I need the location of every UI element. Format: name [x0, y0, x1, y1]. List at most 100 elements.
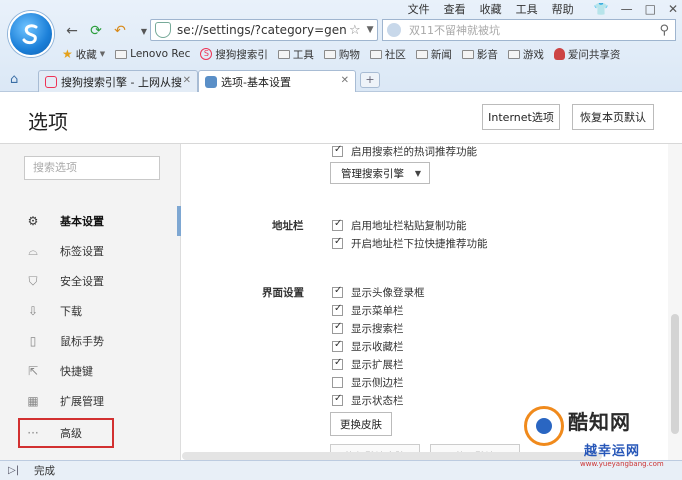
show-statusbar-checkbox[interactable]: 显示状态栏: [332, 393, 404, 408]
folder-icon: [369, 49, 382, 59]
sogou-icon: S: [200, 48, 213, 60]
minimize-icon[interactable]: —: [621, 2, 633, 16]
watermark-logo-icon: [524, 406, 564, 446]
sidebar-item-extensions[interactable]: ▦ 扩展管理: [0, 387, 181, 415]
search-input[interactable]: 双11不留神就被坑: [409, 22, 659, 38]
checkbox[interactable]: [332, 236, 343, 249]
address-dropdown-checkbox[interactable]: 开启地址栏下拉快捷推荐功能: [332, 236, 488, 251]
watermark-title: 酷知网: [568, 410, 631, 434]
maximize-icon[interactable]: □: [645, 2, 656, 16]
restore-page-default-button[interactable]: 恢复本页默认: [572, 104, 654, 130]
tab-bar: ⌂ 搜狗搜索引擎 - 上网从搜 ✕ 选项-基本设置 ✕ +: [0, 68, 682, 92]
fav-shopping[interactable]: 购物: [323, 47, 360, 62]
show-searchbar-checkbox[interactable]: 显示搜索栏: [332, 321, 404, 336]
chevron-down-icon: ▼: [414, 168, 421, 178]
search-hot-words-checkbox[interactable]: 启用搜索栏的热词推荐功能: [332, 144, 477, 159]
checkbox[interactable]: [332, 339, 343, 352]
checkbox[interactable]: [332, 321, 343, 334]
show-favbar-checkbox[interactable]: 显示收藏栏: [332, 339, 404, 354]
back-icon[interactable]: ←: [62, 21, 82, 41]
menu-file[interactable]: 文件: [408, 1, 430, 17]
menu-help[interactable]: 帮助: [552, 1, 574, 17]
tab-options[interactable]: 选项-基本设置 ✕: [198, 70, 356, 92]
search-engine-icon[interactable]: [387, 23, 401, 37]
fav-sogou[interactable]: S 搜狗搜索引: [200, 47, 268, 62]
undo-icon[interactable]: ↶: [110, 21, 130, 41]
highlight-box: [18, 418, 114, 448]
change-skin-button[interactable]: 更换皮肤: [330, 412, 392, 436]
settings-icon: [205, 75, 217, 88]
favorites-menu[interactable]: ★ 收藏 ▼: [62, 47, 105, 62]
menu-tools[interactable]: 工具: [516, 1, 538, 17]
fav-lenovo[interactable]: Lenovo Rec: [115, 48, 190, 60]
address-paste-checkbox[interactable]: 启用地址栏粘贴复制功能: [332, 218, 467, 233]
options-search-input[interactable]: 搜索选项: [24, 156, 160, 180]
menu-view[interactable]: 查看: [444, 1, 466, 17]
show-sidebar-checkbox[interactable]: 显示侧边栏: [332, 375, 404, 390]
checkbox[interactable]: [332, 303, 343, 316]
fav-iask[interactable]: 爱问共享资: [553, 47, 620, 62]
fav-community[interactable]: 社区: [369, 47, 406, 62]
tab-sogou-search[interactable]: 搜狗搜索引擎 - 上网从搜 ✕: [38, 70, 198, 92]
close-tab-icon[interactable]: ✕: [183, 75, 191, 86]
checkbox[interactable]: [332, 285, 343, 298]
internet-options-button[interactable]: Internet选项: [482, 104, 560, 130]
watermark: 酷知网 越幸运网 www.yueyangbang.com: [510, 402, 680, 478]
show-extbar-checkbox[interactable]: 显示扩展栏: [332, 357, 404, 372]
fav-games[interactable]: 游戏: [507, 47, 544, 62]
active-indicator: [177, 206, 181, 236]
menu-bar: 文件 查看 收藏 工具 帮助 👕 — □ ✕: [408, 0, 678, 18]
sogou-logo-icon[interactable]: [8, 11, 54, 57]
page-title: 选项: [28, 110, 68, 134]
checkbox[interactable]: [332, 357, 343, 370]
sidebar-toggle-icon[interactable]: ▷|: [8, 465, 22, 477]
folder-icon: [461, 49, 474, 59]
folder-icon: [323, 49, 336, 59]
watermark-url: www.yueyangbang.com: [580, 460, 664, 468]
download-icon: ⇩: [27, 304, 39, 318]
sidebar-item-basic[interactable]: ⚙ 基本设置: [0, 207, 181, 235]
status-text: 完成: [34, 465, 55, 477]
bookmark-star-icon[interactable]: ☆: [349, 23, 361, 38]
new-tab-button[interactable]: +: [360, 72, 380, 88]
sidebar-item-shortcuts[interactable]: ⇱ 快捷键: [0, 357, 181, 385]
checkbox[interactable]: [332, 218, 343, 231]
skin-icon[interactable]: 👕: [594, 2, 609, 16]
sogou-icon: [45, 75, 57, 88]
manage-search-engines-button[interactable]: 管理搜索引擎 ▼: [330, 162, 430, 184]
address-input[interactable]: se://settings/?category=gen: [177, 23, 347, 37]
checkbox[interactable]: [332, 393, 343, 406]
search-box[interactable]: 双11不留神就被坑 ⚲: [382, 19, 676, 41]
sidebar-item-tabs[interactable]: ⌓ 标签设置: [0, 237, 181, 265]
browser-toolbar: 文件 查看 收藏 工具 帮助 👕 — □ ✕ ← ⟳ ↶ ▼ se://sett…: [0, 0, 682, 92]
menu-favorites[interactable]: 收藏: [480, 1, 502, 17]
sidebar-item-security[interactable]: ⛉ 安全设置: [0, 267, 181, 295]
favorites-bar: ★ 收藏 ▼ Lenovo Rec S 搜狗搜索引 工具 购物 社区 新闻 影音 游戏…: [62, 45, 620, 63]
address-bar[interactable]: se://settings/?category=gen ☆ ▼: [150, 19, 378, 41]
window-controls: 👕 — □ ✕: [594, 2, 678, 16]
address-bar-section-label: 地址栏: [272, 220, 304, 232]
folder-icon: [415, 49, 428, 59]
home-icon[interactable]: ⌂: [10, 72, 18, 87]
close-tab-icon[interactable]: ✕: [341, 75, 349, 86]
interface-section-label: 界面设置: [262, 287, 304, 299]
sidebar-item-download[interactable]: ⇩ 下载: [0, 297, 181, 325]
fav-news[interactable]: 新闻: [415, 47, 452, 62]
checkbox[interactable]: [332, 144, 343, 157]
refresh-icon[interactable]: ⟳: [86, 21, 106, 41]
address-dropdown-icon[interactable]: ▼: [367, 25, 374, 35]
show-avatar-login-checkbox[interactable]: 显示头像登录框: [332, 285, 425, 300]
show-menubar-checkbox[interactable]: 显示菜单栏: [332, 303, 404, 318]
fav-media[interactable]: 影音: [461, 47, 498, 62]
nav-buttons: ← ⟳ ↶ ▼: [62, 20, 154, 42]
checkbox[interactable]: [332, 377, 343, 388]
close-icon[interactable]: ✕: [668, 2, 678, 16]
tab-icon: ⌓: [28, 243, 38, 258]
fav-tools[interactable]: 工具: [277, 47, 314, 62]
search-icon[interactable]: ⚲: [659, 23, 669, 38]
star-icon: ★: [62, 47, 73, 61]
settings-sidebar: 搜索选项 ⚙ 基本设置 ⌓ 标签设置 ⛉ 安全设置 ⇩ 下载 ▯ 鼠标手势 ⇱ …: [0, 144, 181, 460]
sidebar-item-mouse-gestures[interactable]: ▯ 鼠标手势: [0, 327, 181, 355]
folder-icon: [507, 49, 520, 59]
folder-icon: [277, 49, 290, 59]
